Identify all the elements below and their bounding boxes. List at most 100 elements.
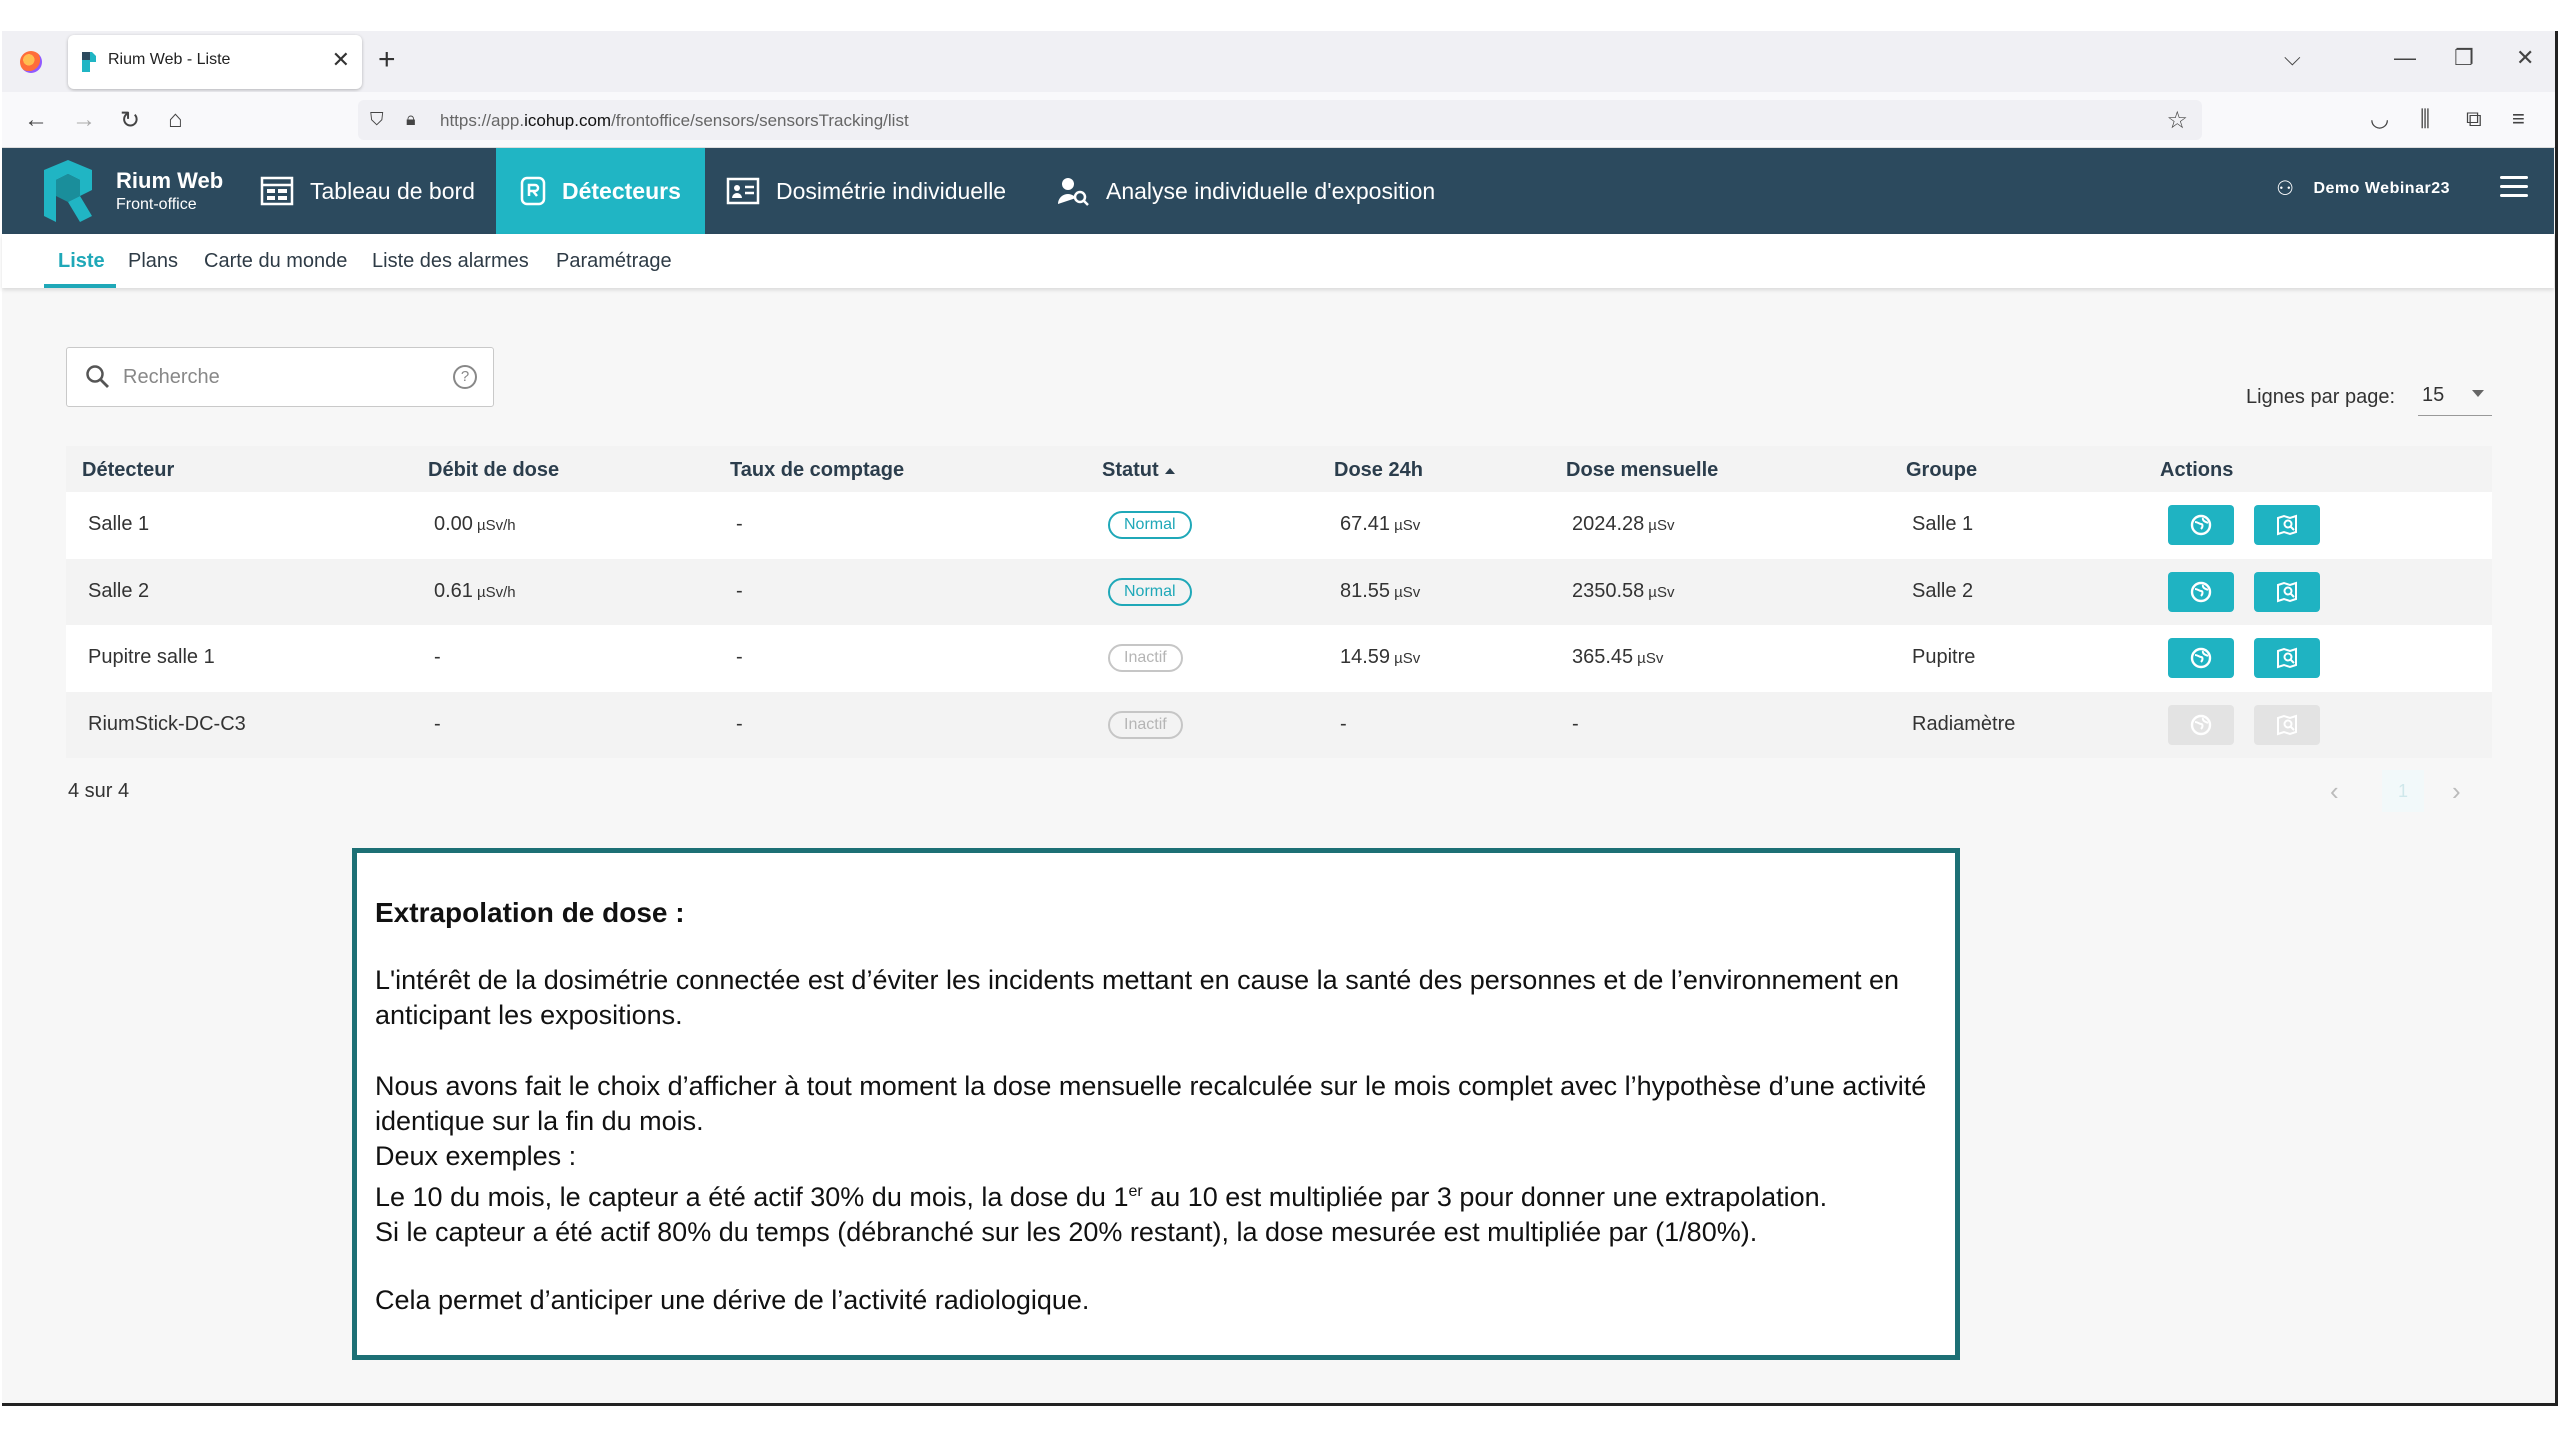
world-map-button[interactable] — [2168, 505, 2234, 545]
plan-map-button[interactable] — [2254, 505, 2320, 545]
window-close-icon[interactable]: ✕ — [2516, 45, 2534, 71]
user-search-icon — [1058, 178, 1089, 206]
cell-dose-month: 365.45 µSv — [1572, 646, 1664, 668]
cell-dose-rate: 0.61 µSv/h — [434, 579, 516, 602]
detectors-table: Détecteur Débit de dose Taux de comptage… — [66, 446, 2492, 758]
shield-icon[interactable]: ⛉ — [370, 109, 384, 130]
tab-list-chevron-icon[interactable]: ⌵ — [2284, 45, 2301, 71]
column-header-groupe[interactable]: Groupe — [1906, 459, 1977, 482]
hamburger-menu-icon[interactable] — [2500, 176, 2528, 200]
menu-label: Tableau de bord — [310, 177, 475, 204]
subtab-carte-du-monde[interactable]: Carte du monde — [204, 250, 347, 273]
new-tab-button[interactable]: + — [378, 43, 396, 77]
extensions-icon[interactable]: ⧉ — [2466, 106, 2482, 132]
column-header-dose-mensuelle[interactable]: Dose mensuelle — [1566, 459, 1718, 482]
browser-tab[interactable]: Rium Web - Liste ✕ — [68, 35, 362, 89]
user-group-icon[interactable]: ⚇ — [2276, 176, 2294, 201]
active-tab-indicator — [44, 284, 116, 288]
status-badge: Inactif — [1108, 644, 1183, 672]
caret-down-icon — [2472, 390, 2484, 397]
globe-icon — [2190, 647, 2212, 669]
globe-icon — [2190, 714, 2212, 736]
table-row[interactable]: Salle 2 0.61 µSv/h - Normal 81.55 µSv 2350.58 µS… — [66, 558, 2492, 625]
column-header-dose-24h[interactable]: Dose 24h — [1334, 459, 1423, 482]
library-icon[interactable]: ⫼ — [2420, 106, 2430, 132]
brand-title: Rium Web — [116, 168, 224, 193]
search-input[interactable] — [123, 362, 433, 392]
url-text[interactable]: https://app.icohup.com/frontoffice/senso… — [440, 111, 909, 131]
bookmark-star-icon[interactable]: ☆ — [2166, 106, 2188, 135]
row-count: 4 sur 4 — [68, 780, 130, 802]
browser-menu-icon[interactable]: ≡ — [2512, 106, 2525, 132]
lock-icon[interactable]: 🔒︎ — [406, 109, 416, 130]
tab-bar: Rium Web - Liste ✕ + ⌵ — ❐ ✕ — [2, 31, 2555, 92]
cell-dose-24h: 14.59 µSv — [1340, 646, 1421, 668]
world-map-button[interactable] — [2168, 704, 2234, 745]
search-icon — [86, 365, 109, 388]
sort-ascending-icon — [1164, 467, 1175, 474]
globe-icon — [2190, 581, 2212, 603]
plan-map-button[interactable] — [2254, 638, 2320, 678]
status-badge: Normal — [1108, 511, 1192, 539]
cell-dose-month: 2350.58 µSv — [1572, 579, 1675, 602]
user-name[interactable]: Demo Webinar23 — [2313, 180, 2450, 198]
rows-per-page-label: Lignes par page: — [2246, 386, 2396, 408]
cell-count-rate: - — [736, 646, 743, 668]
cell-group: Salle 1 — [1912, 513, 1974, 535]
reload-icon[interactable]: ↻ — [120, 106, 140, 135]
app-header: Rium Web Front-office Tableau de bord Dé… — [2, 148, 2554, 234]
tab-title: Rium Web - Liste — [108, 51, 231, 68]
pagination-page-1[interactable]: 1 — [2382, 770, 2424, 812]
annotation-box: Extrapolation de dose : L'intérêt de la … — [352, 848, 1960, 1360]
rium-logo-icon[interactable] — [40, 160, 96, 222]
table-row[interactable]: Salle 1 0.00 µSv/h - Normal 67.41 µSv 2024.28 µS… — [66, 492, 2492, 559]
pagination-next-icon[interactable]: › — [2452, 776, 2461, 807]
menu-analyse-individuelle[interactable]: Analyse individuelle d'exposition — [1042, 148, 1449, 234]
minimize-icon[interactable]: — — [2394, 45, 2416, 71]
subtab-plans[interactable]: Plans — [128, 250, 178, 273]
rium-favicon-icon — [82, 52, 96, 72]
world-map-button[interactable] — [2168, 571, 2234, 612]
cell-count-rate: - — [736, 513, 743, 535]
search-box: ? — [66, 347, 494, 407]
status-badge: Inactif — [1108, 710, 1183, 739]
back-arrow-icon[interactable]: ← — [24, 106, 48, 134]
annotation-paragraph-2: Nous avons fait le choix d’afficher à to… — [375, 1071, 1927, 1247]
help-icon[interactable]: ? — [453, 365, 477, 389]
menu-dosimetrie-individuelle[interactable]: Dosimétrie individuelle — [708, 148, 1024, 234]
world-map-button[interactable] — [2168, 638, 2234, 678]
home-icon[interactable]: ⌂ — [168, 106, 183, 134]
pagination-prev-icon[interactable]: ‹ — [2330, 776, 2339, 807]
column-header-statut[interactable]: Statut — [1102, 459, 1175, 482]
subtab-liste-des-alarmes[interactable]: Liste des alarmes — [372, 250, 529, 273]
rows-per-page-value: 15 — [2422, 384, 2445, 406]
menu-label: Détecteurs — [562, 177, 681, 204]
forward-arrow-icon[interactable]: → — [72, 106, 96, 134]
cell-dose-24h: 81.55 µSv — [1340, 579, 1421, 602]
subtab-liste[interactable]: Liste — [58, 250, 105, 273]
table-row[interactable]: Pupitre salle 1 - - Inactif 14.59 µSv 365.45 µS… — [66, 625, 2492, 692]
table-row[interactable]: RiumStick-DC-C3 - - Inactif - - Radiamètre — [66, 691, 2492, 758]
pocket-icon[interactable]: ◡ — [2370, 106, 2389, 132]
url-bar[interactable]: ⛉ 🔒︎ https://app.icohup.com/frontoffice/… — [358, 100, 2202, 140]
column-header-actions: Actions — [2160, 459, 2234, 481]
column-header-taux-de-comptage[interactable]: Taux de comptage — [730, 459, 904, 482]
restore-icon[interactable]: ❐ — [2454, 45, 2474, 71]
cell-dose-24h: - — [1340, 712, 1347, 735]
tab-close-icon[interactable]: ✕ — [332, 47, 350, 73]
cell-count-rate: - — [736, 579, 743, 602]
menu-tableau-de-bord[interactable]: Tableau de bord — [242, 148, 493, 234]
cell-group: Pupitre — [1912, 646, 1976, 668]
cell-dose-rate: - — [434, 712, 441, 735]
map-search-icon — [2276, 714, 2298, 736]
column-header-debit-de-dose[interactable]: Débit de dose — [428, 459, 559, 482]
subtab-parametrage[interactable]: Paramétrage — [556, 250, 672, 273]
menu-detecteurs[interactable]: Détecteurs — [496, 148, 705, 234]
firefox-icon[interactable] — [20, 51, 42, 73]
plan-map-button[interactable] — [2254, 571, 2320, 612]
cell-detector: RiumStick-DC-C3 — [88, 712, 246, 735]
column-header-detecteur[interactable]: Détecteur — [82, 459, 174, 482]
table-header: Détecteur Débit de dose Taux de comptage… — [66, 446, 2492, 492]
plan-map-button[interactable] — [2254, 704, 2320, 745]
rows-per-page-select[interactable]: 15 — [2418, 378, 2492, 416]
